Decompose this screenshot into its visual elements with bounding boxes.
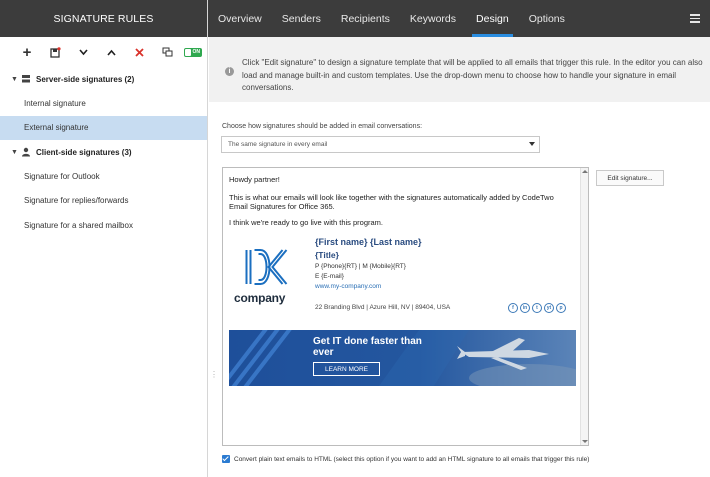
tab-recipients[interactable]: Recipients	[331, 0, 400, 37]
preview-body-line: Email Signatures for Office 365.	[229, 202, 335, 211]
convert-label: Convert plain text emails to HTML (selec…	[234, 455, 590, 463]
group-client-side[interactable]: ▼ Client-side signatures (3)	[0, 140, 207, 164]
info-banner: i Click "Edit signature" to design a sig…	[209, 37, 710, 102]
tab-senders[interactable]: Senders	[272, 0, 331, 37]
banner-title: Get IT done faster than ever	[313, 336, 422, 358]
pinterest-icon[interactable]: p	[556, 303, 566, 313]
youtube-icon[interactable]: yt	[544, 303, 554, 313]
server-icon	[21, 74, 33, 84]
caret-down-icon: ▼	[11, 148, 18, 156]
save-rule-button[interactable]	[41, 42, 69, 62]
toggle-label: ON	[192, 48, 201, 55]
save-icon	[49, 46, 61, 58]
scroll-down-icon[interactable]	[582, 440, 588, 443]
company-logo-icon	[245, 249, 288, 285]
item-label: Signature for Outlook	[24, 171, 100, 181]
sidebar-item-internal-signature[interactable]: Internal signature	[0, 91, 207, 116]
duplicate-rule-button[interactable]	[153, 42, 181, 62]
signature-rules-panel: SIGNATURE RULES + ON ▼ Server-side signa…	[0, 0, 208, 477]
edit-signature-button[interactable]: Edit signature...	[596, 170, 664, 186]
conversation-mode-label: Choose how signatures should be added in…	[222, 123, 423, 130]
convert-checkbox[interactable]	[222, 455, 230, 463]
item-label: Signature for replies/forwards	[24, 196, 129, 206]
item-label: External signature	[24, 123, 89, 133]
signature-preview: Howdy partner! This is what our emails w…	[222, 167, 589, 446]
sig-name: {First name} {Last name}	[315, 237, 422, 247]
scroll-up-icon[interactable]	[582, 170, 588, 173]
splitter-handle-icon[interactable]: ⋮	[210, 370, 218, 379]
twitter-icon[interactable]: t	[532, 303, 542, 313]
hamburger-menu-icon[interactable]	[690, 14, 700, 25]
move-down-button[interactable]	[69, 42, 97, 62]
logo-wordmark: company	[234, 291, 286, 305]
sig-title: {Title}	[315, 250, 339, 260]
group-server-side[interactable]: ▼ Server-side signatures (2)	[0, 67, 207, 91]
panel-title: SIGNATURE RULES	[0, 0, 207, 37]
info-icon: i	[225, 67, 234, 76]
info-text: Click "Edit signature" to design a signa…	[242, 57, 710, 95]
dropdown-arrow-icon	[529, 142, 535, 146]
delete-rule-button[interactable]	[125, 42, 153, 62]
item-label: Signature for a shared mailbox	[24, 220, 133, 230]
learn-more-button[interactable]: LEARN MORE	[313, 362, 380, 376]
sidebar-item-replies[interactable]: Signature for replies/forwards	[0, 189, 207, 214]
group-label: Client-side signatures (3)	[36, 147, 132, 157]
sidebar-item-external-signature[interactable]: External signature	[0, 115, 207, 140]
facebook-icon[interactable]: f	[508, 303, 518, 313]
info-line: load and manage built-in and custom temp…	[242, 70, 677, 80]
info-line: conversations.	[242, 83, 294, 92]
preview-scrollbar[interactable]	[580, 168, 588, 445]
tab-options[interactable]: Options	[519, 0, 575, 37]
preview-body-line: I think we're ready to go live with this…	[229, 218, 383, 227]
tab-keywords[interactable]: Keywords	[400, 0, 466, 37]
chevron-down-icon	[78, 48, 88, 55]
rule-enabled-toggle[interactable]: ON	[184, 47, 202, 57]
sidebar-item-shared-mailbox[interactable]: Signature for a shared mailbox	[0, 213, 207, 238]
promo-banner[interactable]: Get IT done faster than ever LEARN MORE	[229, 330, 576, 386]
add-rule-button[interactable]: +	[13, 42, 41, 62]
rules-toolbar: + ON	[0, 37, 207, 67]
chevron-up-icon	[106, 49, 116, 56]
info-line: Click "Edit signature" to design a signa…	[242, 58, 703, 67]
conversation-mode-select[interactable]: The same signature in every email	[221, 136, 540, 153]
user-icon	[21, 147, 33, 157]
sig-address: 22 Branding Blvd | Azure Hill, NV | 8940…	[315, 304, 451, 311]
move-up-button[interactable]	[97, 42, 125, 62]
sig-email: E {E-mail}	[315, 273, 344, 280]
copy-icon	[162, 47, 172, 57]
preview-greeting: Howdy partner!	[229, 175, 280, 184]
top-nav: Overview Senders Recipients Keywords Des…	[208, 0, 710, 37]
social-icons: f in t yt p	[508, 303, 566, 313]
sig-website-link[interactable]: www.my-company.com	[315, 283, 381, 290]
sig-phones: P {Phone}{RT} | M {Mobile}{RT}	[315, 263, 406, 270]
tab-overview[interactable]: Overview	[208, 0, 272, 37]
close-icon	[134, 47, 144, 57]
item-label: Internal signature	[24, 98, 86, 108]
select-value: The same signature in every email	[228, 141, 328, 148]
linkedin-icon[interactable]: in	[520, 303, 530, 313]
caret-down-icon: ▼	[11, 75, 18, 83]
tab-design[interactable]: Design	[466, 0, 519, 37]
convert-plaintext-option: Convert plain text emails to HTML (selec…	[222, 455, 589, 463]
sidebar-item-outlook[interactable]: Signature for Outlook	[0, 164, 207, 189]
group-label: Server-side signatures (2)	[36, 74, 135, 84]
